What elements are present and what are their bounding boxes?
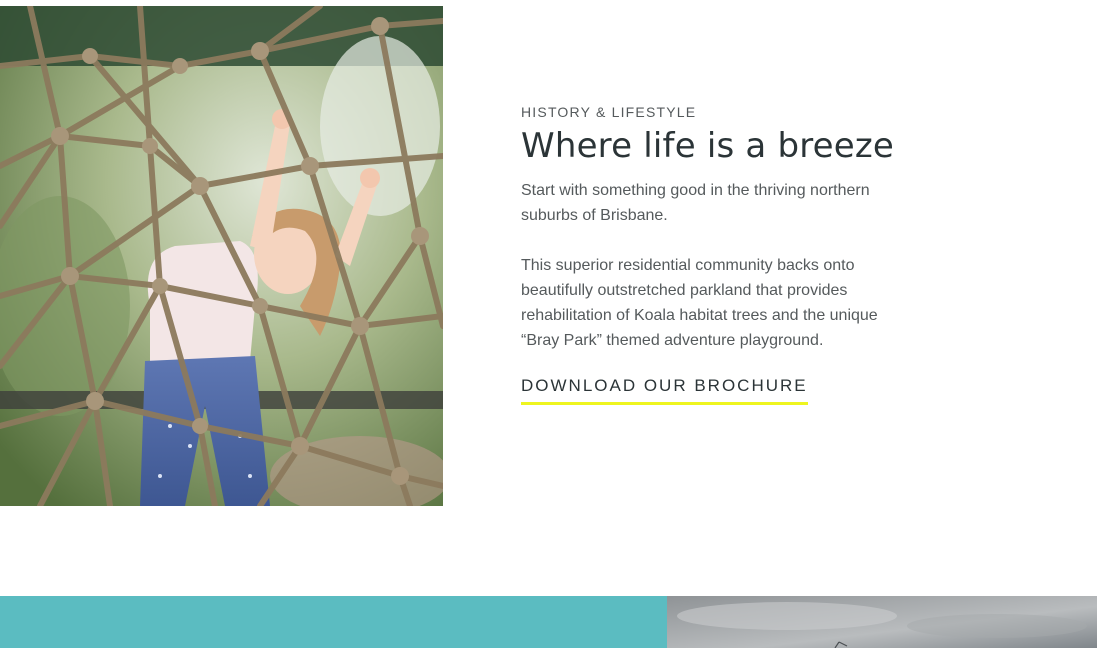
playground-photo <box>0 6 443 506</box>
teal-band <box>0 596 667 648</box>
community-paragraph: This superior residential community back… <box>521 257 878 349</box>
section-eyebrow: HISTORY & LIFESTYLE <box>521 104 697 120</box>
page: HISTORY & LIFESTYLE Where life is a bree… <box>0 0 1097 648</box>
sky-photo <box>667 596 1097 648</box>
history-lifestyle-section: HISTORY & LIFESTYLE Where life is a bree… <box>521 104 921 405</box>
intro-paragraph: Start with something good in the thrivin… <box>521 182 870 224</box>
download-brochure-link[interactable]: DOWNLOAD OUR BROCHURE <box>521 376 808 405</box>
section-headline: Where life is a breeze <box>521 126 895 166</box>
